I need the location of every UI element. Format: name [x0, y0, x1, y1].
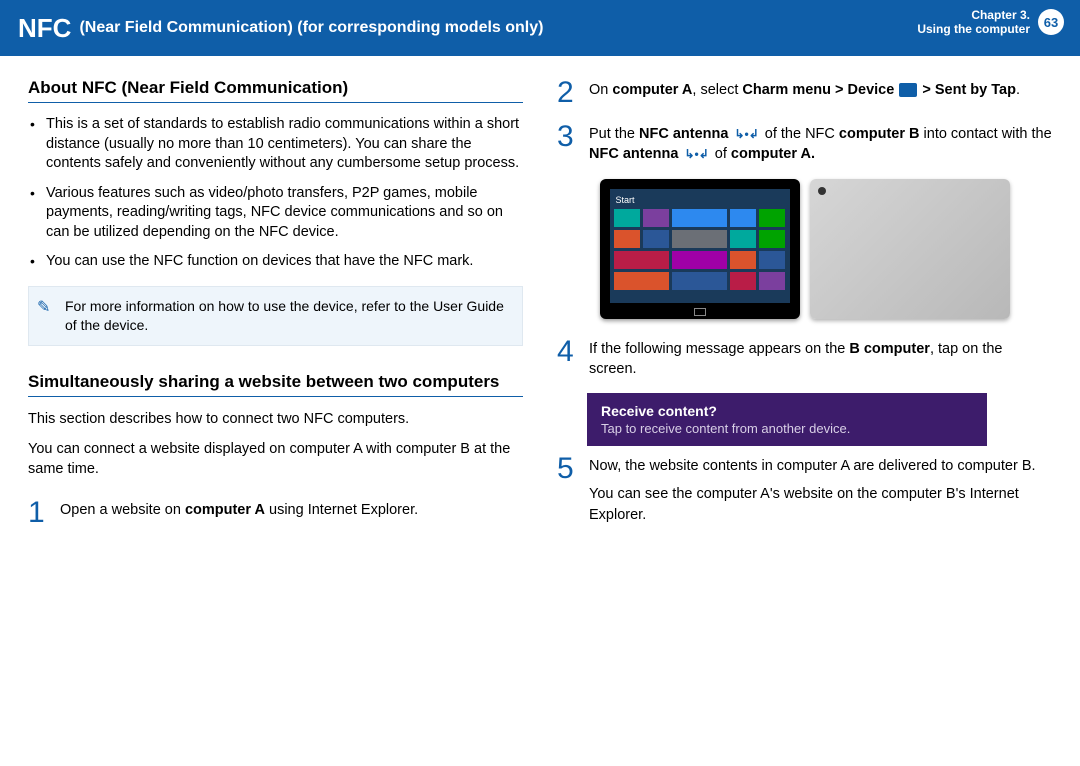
step-2: 2 On computer A, select Charm menu > Dev…: [557, 78, 1052, 108]
step-number: 4: [557, 337, 579, 380]
step-number: 2: [557, 78, 579, 108]
bullet-item: You can use the NFC function on devices …: [28, 252, 523, 272]
tile: [672, 230, 727, 248]
receive-title: Receive content?: [601, 403, 973, 419]
page-number-badge: 63: [1038, 9, 1064, 35]
step-5: 5 Now, the website contents in computer …: [557, 454, 1052, 533]
tile: [730, 209, 756, 227]
step-1-text-b: using Internet Explorer.: [265, 502, 418, 518]
bullet-item: This is a set of standards to establish …: [28, 115, 523, 174]
page-header: NFC (Near Field Communication) (for corr…: [0, 0, 1080, 56]
device-icon: [899, 83, 917, 97]
tile: [759, 272, 785, 290]
tile: [730, 230, 756, 248]
step-1-bold: computer A: [185, 502, 265, 518]
tile: [614, 251, 669, 269]
step-number: 5: [557, 454, 579, 533]
receive-content-prompt: Receive content? Tap to receive content …: [587, 393, 987, 446]
tile: [614, 272, 669, 290]
share-intro-1: This section describes how to connect tw…: [28, 409, 523, 429]
chapter-line1: Chapter 3.: [917, 8, 1030, 22]
tablet-front: Start: [600, 179, 800, 319]
header-title-main: NFC: [18, 13, 71, 44]
nfc-antenna-icon: ↳•↲: [684, 146, 708, 163]
step-5-text-1: Now, the website contents in computer A …: [589, 456, 1052, 476]
step-5-body: Now, the website contents in computer A …: [589, 454, 1052, 533]
right-column: 2 On computer A, select Charm menu > Dev…: [557, 78, 1052, 547]
tile: [759, 209, 785, 227]
bullet-item: Various features such as video/photo tra…: [28, 184, 523, 243]
note-box: ✎ For more information on how to use the…: [28, 286, 523, 346]
home-button-icon: [694, 308, 706, 316]
receive-subtitle: Tap to receive content from another devi…: [601, 421, 973, 436]
header-right: Chapter 3. Using the computer 63: [917, 8, 1064, 37]
tile: [672, 272, 727, 290]
about-bullet-list: This is a set of standards to establish …: [28, 115, 523, 272]
tablet-screen: Start: [610, 189, 790, 303]
tile: [672, 209, 727, 227]
share-intro-2: You can connect a website displayed on c…: [28, 439, 523, 480]
step-1-text-a: Open a website on: [60, 502, 185, 518]
tile: [672, 251, 727, 269]
chapter-label: Chapter 3. Using the computer: [917, 8, 1030, 37]
step-number: 1: [28, 498, 50, 528]
tile: [643, 209, 669, 227]
note-text: For more information on how to use the d…: [65, 298, 504, 333]
tile: [730, 251, 756, 269]
heading-sharing: Simultaneously sharing a website between…: [28, 372, 523, 397]
tile: [730, 272, 756, 290]
heading-about-nfc: About NFC (Near Field Communication): [28, 78, 523, 103]
content-area: About NFC (Near Field Communication) Thi…: [0, 56, 1080, 547]
tile: [759, 230, 785, 248]
tablet-illustration: Start: [557, 179, 1052, 319]
chapter-line2: Using the computer: [917, 22, 1030, 36]
tile: [759, 251, 785, 269]
tile: [643, 230, 669, 248]
tile: [614, 209, 640, 227]
step-5-text-2: You can see the computer A's website on …: [589, 484, 1052, 525]
step-2-body: On computer A, select Charm menu > Devic…: [589, 78, 1020, 108]
step-1: 1 Open a website on computer A using Int…: [28, 498, 523, 528]
left-column: About NFC (Near Field Communication) Thi…: [28, 78, 523, 547]
header-title-sub: (Near Field Communication) (for correspo…: [79, 19, 543, 37]
tile: [614, 230, 640, 248]
step-number: 3: [557, 122, 579, 165]
step-1-body: Open a website on computer A using Inter…: [60, 498, 418, 528]
nfc-antenna-icon: ↳•↲: [734, 126, 758, 143]
note-icon: ✎: [37, 297, 50, 319]
step-4: 4 If the following message appears on th…: [557, 337, 1052, 380]
tablet-back: [810, 179, 1010, 319]
step-4-body: If the following message appears on the …: [589, 337, 1052, 380]
start-label: Start: [614, 193, 786, 209]
start-tiles: [614, 209, 786, 290]
step-3-body: Put the NFC antenna ↳•↲ of the NFC compu…: [589, 122, 1052, 165]
step-3: 3 Put the NFC antenna ↳•↲ of the NFC com…: [557, 122, 1052, 165]
